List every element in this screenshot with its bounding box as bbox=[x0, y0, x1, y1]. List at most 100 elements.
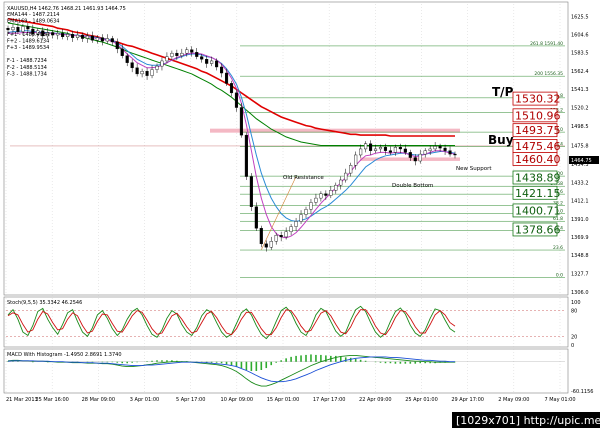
candle-body bbox=[120, 48, 124, 56]
x-tick-label: 10 Apr 09:00 bbox=[221, 397, 254, 403]
candle-body bbox=[294, 221, 298, 227]
candle-body bbox=[354, 154, 358, 166]
candle-body bbox=[140, 71, 144, 75]
x-tick-label: 29 Apr 17:00 bbox=[451, 397, 484, 403]
candle-body bbox=[393, 147, 397, 153]
candle-body bbox=[229, 83, 234, 94]
x-tick-label: 22 Apr 09:00 bbox=[359, 397, 392, 403]
candle-body bbox=[364, 143, 368, 150]
y-tick-label: 1327.7 bbox=[571, 271, 589, 277]
candle-body bbox=[443, 147, 447, 151]
candle-body bbox=[339, 179, 343, 186]
candle-body bbox=[215, 60, 219, 68]
candle-body bbox=[130, 62, 134, 69]
x-tick-label: 7 May 01:00 bbox=[544, 397, 575, 403]
y-tick-label: 1391.0 bbox=[571, 217, 589, 223]
fib-label: 23.6 bbox=[553, 245, 563, 251]
watermark-text: [1029x701] http://upic.me/ bbox=[456, 414, 600, 427]
indicator-info-line: F-2 - 1488.5134 bbox=[7, 65, 47, 71]
candle-body bbox=[160, 60, 164, 67]
candle-body bbox=[319, 193, 323, 199]
candle-body bbox=[383, 147, 388, 151]
y-tick-label: 1583.5 bbox=[571, 51, 589, 57]
y-tick-label: 1412.1 bbox=[571, 199, 589, 205]
candle-body bbox=[51, 32, 55, 36]
candle-body bbox=[220, 66, 224, 74]
x-tick-label: 25 Apr 01:00 bbox=[405, 397, 438, 403]
resistance-label: 1475.46 bbox=[515, 140, 561, 153]
candle-body bbox=[105, 38, 109, 42]
indicator-info-line: F+1 - 1489.4034 bbox=[7, 32, 49, 38]
candle-body bbox=[155, 65, 159, 70]
candle-body bbox=[378, 147, 383, 150]
candle-body bbox=[398, 147, 402, 150]
candle-body bbox=[100, 37, 104, 42]
x-tick-label: 5 Apr 17:00 bbox=[176, 397, 205, 403]
candle-body bbox=[279, 234, 283, 238]
y-tick-label: 1520.2 bbox=[571, 105, 589, 111]
candle-body bbox=[418, 153, 422, 162]
x-tick-label: 17 Apr 17:00 bbox=[313, 397, 346, 403]
chart-background bbox=[0, 0, 600, 428]
candle-body bbox=[210, 60, 214, 64]
support-label: 1438.89 bbox=[515, 171, 561, 184]
indicator-info-line: F-1 - 1488.7234 bbox=[7, 58, 47, 64]
indicator-info-line: F+3 - 1489.9534 bbox=[7, 45, 49, 51]
fib-label: 200 1556.35 bbox=[534, 71, 563, 77]
x-tick-label: 25 Mar 16:00 bbox=[35, 397, 68, 403]
stoch-title: Stoch(9,5,5) 35.3342 46.2546 bbox=[7, 300, 82, 306]
candle-body bbox=[334, 184, 338, 191]
candle-body bbox=[165, 56, 169, 62]
resistance-label: 1510.96 bbox=[515, 109, 561, 122]
fib-label: 0.0 bbox=[556, 272, 563, 278]
candle-body bbox=[269, 241, 273, 248]
stoch-tick-label: 20 bbox=[571, 334, 577, 340]
x-tick-label: 28 Mar 09:00 bbox=[82, 397, 115, 403]
candle-body bbox=[309, 202, 313, 210]
candle-body bbox=[224, 72, 229, 84]
y-tick-label: 1562.4 bbox=[571, 69, 589, 75]
chart-canvas: 261.8 1591.40200 1556.35161.8138.2100.07… bbox=[0, 0, 600, 428]
candle-body bbox=[234, 92, 239, 108]
candle-body bbox=[190, 49, 194, 53]
candle-body bbox=[95, 37, 99, 41]
candle-body bbox=[329, 190, 333, 196]
candle-body bbox=[125, 55, 129, 63]
y-tick-label: 1625.5 bbox=[571, 15, 589, 21]
candle-body bbox=[244, 134, 248, 177]
candle-body bbox=[349, 165, 353, 174]
x-tick-label: 21 Mar 2013 bbox=[6, 397, 38, 403]
candle-body bbox=[344, 172, 348, 181]
candle-body bbox=[274, 234, 278, 242]
candle-body bbox=[56, 33, 60, 36]
candle-body bbox=[284, 231, 288, 238]
candle-body bbox=[453, 153, 457, 156]
stoch-tick-label: 80 bbox=[571, 309, 577, 315]
candle-body bbox=[115, 41, 119, 50]
candle-body bbox=[135, 67, 139, 75]
indicator-info-line: EMA144 - 1487.2114 bbox=[7, 12, 59, 18]
candle-body bbox=[175, 52, 179, 56]
candle-body bbox=[369, 143, 373, 151]
candle-body bbox=[254, 206, 258, 229]
candle-body bbox=[85, 35, 90, 39]
candle-body bbox=[180, 52, 184, 56]
candle-body bbox=[388, 150, 392, 153]
candle-body bbox=[428, 148, 432, 151]
candle-body bbox=[61, 33, 65, 37]
candle-body bbox=[289, 226, 293, 232]
candle-body bbox=[413, 157, 417, 162]
candle-body bbox=[433, 146, 437, 150]
candle-body bbox=[185, 49, 189, 54]
candle-body bbox=[6, 27, 10, 31]
candle-body bbox=[359, 148, 363, 156]
tp-label: T/P bbox=[492, 85, 514, 99]
candle-body bbox=[423, 150, 427, 155]
x-tick-label: 3 Apr 01:00 bbox=[130, 397, 159, 403]
y-tick-label: 1369.9 bbox=[571, 235, 589, 241]
candle-body bbox=[249, 176, 253, 207]
indicator-info-line: F+2 - 1489.6134 bbox=[7, 38, 49, 44]
candle-body bbox=[239, 107, 243, 136]
candle-body bbox=[200, 56, 204, 60]
fib-label: 261.8 1591.40 bbox=[530, 41, 563, 47]
